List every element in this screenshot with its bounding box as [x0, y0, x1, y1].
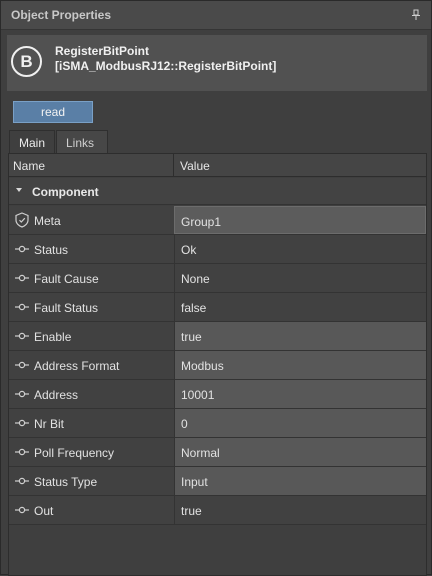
table-row[interactable]: Meta Group1 [9, 206, 426, 235]
object-header: B RegisterBitPoint [iSMA_ModbusRJ12::Reg… [7, 35, 427, 91]
table-row[interactable]: Status Type Input [9, 467, 426, 496]
property-value-cell[interactable]: Modbus [174, 351, 426, 379]
table-row[interactable]: Poll Frequency Normal [9, 438, 426, 467]
property-value-cell[interactable]: 0 [174, 409, 426, 437]
table-row[interactable]: Status Ok [9, 235, 426, 264]
property-value-cell[interactable]: Normal [174, 438, 426, 466]
column-divider[interactable] [173, 154, 174, 177]
property-value: None [181, 272, 210, 286]
property-name-cell: Address Format [9, 351, 174, 379]
property-value-cell[interactable]: None [174, 264, 426, 292]
table-header: Name Value [9, 154, 426, 177]
table-row[interactable]: Nr Bit 0 [9, 409, 426, 438]
property-name-cell: Address [9, 380, 174, 408]
slot-icon [15, 245, 29, 253]
property-name: Status Type [34, 475, 98, 489]
slot-icon [15, 477, 29, 485]
property-name-cell: Enable [9, 322, 174, 350]
property-value: false [181, 301, 207, 315]
property-name-cell: Nr Bit [9, 409, 174, 437]
slot-icon [15, 390, 29, 398]
property-value: Modbus [181, 359, 224, 373]
slot-icon [15, 506, 29, 514]
table-row[interactable]: Enable true [9, 322, 426, 351]
object-properties-panel: Object Properties B RegisterBitPoint [iS… [0, 0, 432, 576]
property-name-cell: Fault Cause [9, 264, 174, 292]
table-row[interactable]: Address Format Modbus [9, 351, 426, 380]
properties-table: Name Value Component Meta Group1 Status Ok F… [8, 153, 427, 576]
panel-title: Object Properties [11, 8, 112, 22]
property-value: Ok [181, 243, 197, 257]
property-value-cell[interactable]: 10001 [174, 380, 426, 408]
slot-icon [15, 332, 29, 340]
property-name-cell: Meta [9, 206, 174, 234]
object-name: RegisterBitPoint [55, 44, 150, 58]
property-name: Fault Status [34, 301, 99, 315]
property-name: Address Format [34, 359, 120, 373]
property-value: 0 [181, 417, 188, 431]
property-value: Group1 [181, 215, 222, 229]
tab-links[interactable]: Links [56, 130, 108, 154]
property-name: Nr Bit [34, 417, 64, 431]
property-name-cell: Status [9, 235, 174, 263]
table-row[interactable]: Out true [9, 496, 426, 525]
section-label: Component [32, 185, 99, 199]
expand-caret-icon[interactable] [16, 188, 22, 192]
property-value-cell[interactable]: Input [174, 467, 426, 495]
property-name: Out [34, 504, 54, 518]
property-name-cell: Poll Frequency [9, 438, 174, 466]
property-value-cell[interactable]: false [174, 293, 426, 321]
component-type-badge: B [11, 46, 42, 77]
column-header-value[interactable]: Value [180, 159, 210, 173]
table-row[interactable]: Fault Cause None [9, 264, 426, 293]
property-value-cell[interactable]: Group1 [174, 206, 426, 234]
property-name: Poll Frequency [34, 446, 115, 460]
slot-icon [15, 361, 29, 369]
property-value: 10001 [181, 388, 215, 402]
property-value-cell[interactable]: true [174, 322, 426, 350]
property-name: Fault Cause [34, 272, 99, 286]
property-value: true [181, 330, 202, 344]
slot-icon [15, 303, 29, 311]
column-header-name[interactable]: Name [13, 159, 45, 173]
property-value-cell[interactable]: Ok [174, 235, 426, 263]
property-value: Normal [181, 446, 220, 460]
slot-icon [15, 419, 29, 427]
property-value-cell[interactable]: true [174, 496, 426, 524]
property-name: Status [34, 243, 69, 257]
table-row[interactable]: Fault Status false [9, 293, 426, 322]
read-button[interactable]: read [13, 101, 93, 123]
section-component[interactable]: Component [9, 178, 426, 205]
table-row[interactable]: Address 10001 [9, 380, 426, 409]
slot-icon [15, 448, 29, 456]
shield-icon [15, 212, 29, 228]
property-name: Meta [34, 214, 61, 228]
property-value: Input [181, 475, 208, 489]
property-name: Address [34, 388, 79, 402]
tab-main[interactable]: Main [9, 130, 55, 155]
property-name-cell: Fault Status [9, 293, 174, 321]
slot-icon [15, 274, 29, 282]
property-value: true [181, 504, 202, 518]
pin-icon[interactable] [411, 9, 421, 21]
property-name-cell: Out [9, 496, 174, 524]
property-name-cell: Status Type [9, 467, 174, 495]
property-name: Enable [34, 330, 72, 344]
panel-titlebar: Object Properties [1, 1, 431, 30]
object-type: [iSMA_ModbusRJ12::RegisterBitPoint] [55, 59, 277, 73]
